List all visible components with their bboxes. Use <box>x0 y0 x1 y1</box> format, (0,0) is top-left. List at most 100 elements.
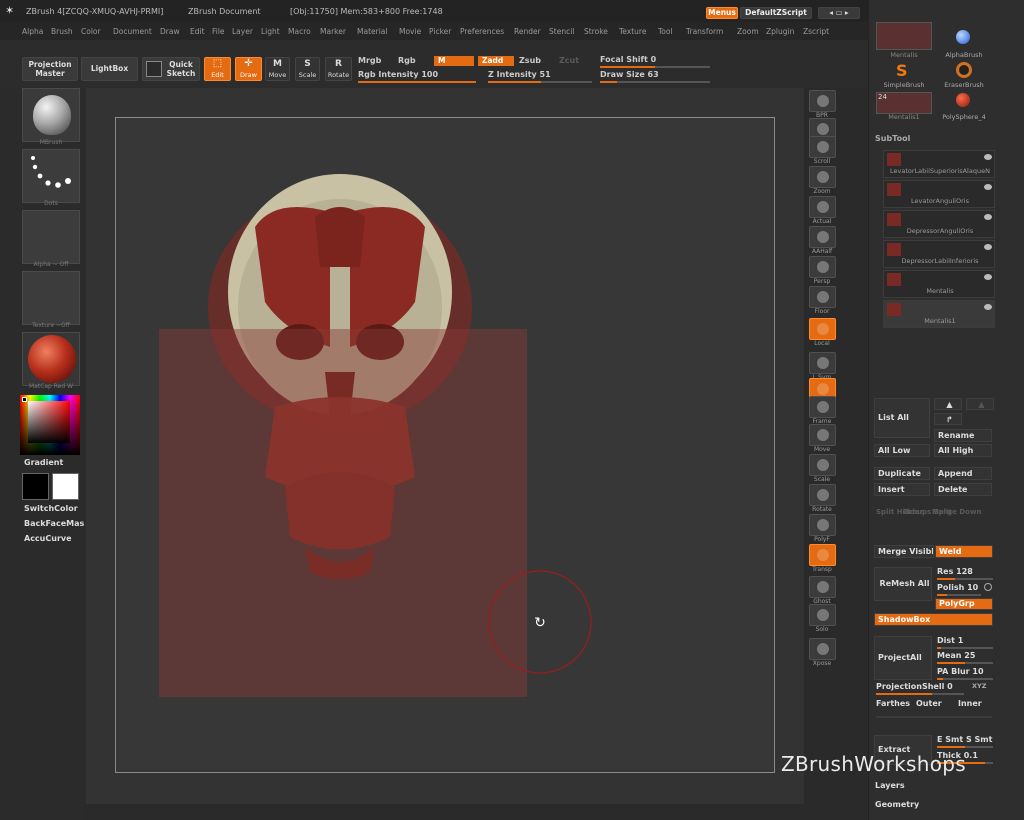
polish-circle-icon[interactable] <box>984 583 992 591</box>
tool-xpose-button[interactable] <box>809 638 836 660</box>
tool-persp-button[interactable] <box>809 256 836 278</box>
arrow-down-button[interactable]: ▲ <box>966 398 994 410</box>
eye-icon[interactable] <box>984 274 992 280</box>
menu-zoom[interactable]: Zoom <box>737 27 759 36</box>
material-thumbnail[interactable] <box>22 88 80 142</box>
menu-edit[interactable]: Edit <box>190 27 205 36</box>
menu-light[interactable]: Light <box>261 27 280 36</box>
menu-stencil[interactable]: Stencil <box>549 27 574 36</box>
alpha-brush-icon[interactable] <box>956 30 970 44</box>
move-button[interactable]: M Move <box>265 57 290 81</box>
rgb-toggle[interactable]: Rgb <box>398 56 416 65</box>
rotate-button[interactable]: R Rotate <box>325 57 352 81</box>
weld-toggle[interactable]: Weld <box>935 545 993 558</box>
subtool-row[interactable]: LevatorAnguliOris <box>883 180 995 208</box>
tool-rotate-button[interactable] <box>809 484 836 506</box>
menu-draw[interactable]: Draw <box>160 27 180 36</box>
menu-brush[interactable]: Brush <box>51 27 73 36</box>
eye-icon[interactable] <box>984 154 992 160</box>
dist-slider[interactable] <box>937 647 993 649</box>
all-high-button[interactable]: All High <box>934 444 992 457</box>
menu-document[interactable]: Document <box>113 27 152 36</box>
remesh-all-button[interactable]: ReMesh All <box>874 567 932 601</box>
tool-frame-button[interactable] <box>809 396 836 418</box>
menu-stroke[interactable]: Stroke <box>584 27 608 36</box>
menu-picker[interactable]: Picker <box>429 27 451 36</box>
project-all-button[interactable]: ProjectAll <box>874 636 932 680</box>
stroke-thumbnail[interactable] <box>22 149 80 203</box>
tool-move-button[interactable] <box>809 424 836 446</box>
tool-bpr-button[interactable] <box>809 90 836 112</box>
subtool-row[interactable]: DepressorAnguliOris <box>883 210 995 238</box>
title-arrows-icon[interactable]: ◂ ▭ ▸ <box>818 7 860 19</box>
inner-toggle[interactable]: Inner <box>958 699 982 708</box>
zadd-toggle[interactable]: Zadd <box>478 56 514 66</box>
texture-thumbnail[interactable] <box>22 271 80 325</box>
draw-size-slider[interactable] <box>600 81 710 83</box>
subtool-header[interactable]: SubTool <box>875 134 910 143</box>
zsub-toggle[interactable]: Zsub <box>519 56 541 65</box>
subtool-row[interactable]: DepressorLabiiInferioris <box>883 240 995 268</box>
menu-color[interactable]: Color <box>81 27 101 36</box>
simple-brush-icon[interactable]: S <box>896 62 912 80</box>
projection-master-button[interactable]: Projection Master <box>22 57 78 81</box>
eye-icon[interactable] <box>984 304 992 310</box>
menu-transform[interactable]: Transform <box>686 27 723 36</box>
tool-l-sym-button[interactable] <box>809 352 836 374</box>
menu-alpha[interactable]: Alpha <box>22 27 43 36</box>
subtool-row[interactable]: LevatorLabiiSuperiorisAlaqueN <box>883 150 995 178</box>
res-slider[interactable] <box>937 578 993 580</box>
quick-sketch-button[interactable]: Quick Sketch <box>142 57 200 81</box>
eye-icon[interactable] <box>984 244 992 250</box>
outer-toggle[interactable]: Outer <box>916 699 942 708</box>
tool-transp-button[interactable] <box>809 544 836 566</box>
focal-shift-slider[interactable] <box>600 66 710 68</box>
merge-down-button[interactable]: Merge Down <box>932 508 981 516</box>
tool-actual-button[interactable] <box>809 196 836 218</box>
color-picker[interactable] <box>20 395 80 455</box>
scale-button[interactable]: S Scale <box>295 57 320 81</box>
arrow-up-button[interactable]: ▲ <box>934 398 962 410</box>
menu-zscript[interactable]: Zscript <box>803 27 829 36</box>
menu-render[interactable]: Render <box>514 27 541 36</box>
move-subtool-button[interactable]: ↱ <box>934 413 962 425</box>
rename-button[interactable]: Rename <box>934 429 992 442</box>
eraser-brush-icon[interactable] <box>956 62 972 78</box>
menus-button[interactable]: Menus <box>706 7 738 19</box>
polygrp-toggle[interactable]: PolyGrp <box>935 598 993 610</box>
menu-file[interactable]: File <box>212 27 225 36</box>
geometry-section[interactable]: Geometry <box>875 800 919 809</box>
backface-mask-button[interactable]: BackFaceMas <box>24 519 84 528</box>
rgb-intensity-slider[interactable] <box>358 81 476 83</box>
m-toggle[interactable]: M <box>434 56 474 66</box>
eye-icon[interactable] <box>984 214 992 220</box>
xyz-axis-toggle[interactable]: XYZ <box>972 682 986 690</box>
mean-slider[interactable] <box>937 662 993 664</box>
tool-solo-button[interactable] <box>809 604 836 626</box>
zcut-toggle[interactable]: Zcut <box>559 56 579 65</box>
menu-zplugin[interactable]: Zplugin <box>766 27 794 36</box>
edit-button[interactable]: ⬚ Edit <box>204 57 231 81</box>
switchcolor-button[interactable]: SwitchColor <box>24 504 78 513</box>
skull-muscle-model[interactable] <box>115 117 775 773</box>
layers-section[interactable]: Layers <box>875 781 905 790</box>
shadowbox-toggle[interactable]: ShadowBox <box>874 613 993 626</box>
subtool-row[interactable]: Mentalis1 <box>883 300 995 328</box>
delete-button[interactable]: Delete <box>934 483 992 496</box>
tool-scroll-button[interactable] <box>809 136 836 158</box>
color-picker-square[interactable] <box>28 401 70 443</box>
smooth-slider[interactable] <box>937 746 993 748</box>
append-button[interactable]: Append <box>934 467 992 480</box>
accucurve-button[interactable]: AccuCurve <box>24 534 72 543</box>
menu-layer[interactable]: Layer <box>232 27 253 36</box>
tool-thumb-mentalis[interactable] <box>876 22 932 50</box>
gradient-label[interactable]: Gradient <box>24 458 63 467</box>
projection-shell-slider[interactable] <box>876 693 964 695</box>
menu-material[interactable]: Material <box>357 27 387 36</box>
duplicate-button[interactable]: Duplicate <box>874 467 930 480</box>
primary-color-swatch[interactable] <box>22 473 49 500</box>
tool-polyf-button[interactable] <box>809 514 836 536</box>
default-zscript-button[interactable]: DefaultZScript <box>740 7 812 19</box>
tool-ghost-button[interactable] <box>809 576 836 598</box>
tool-local-button[interactable] <box>809 318 836 340</box>
